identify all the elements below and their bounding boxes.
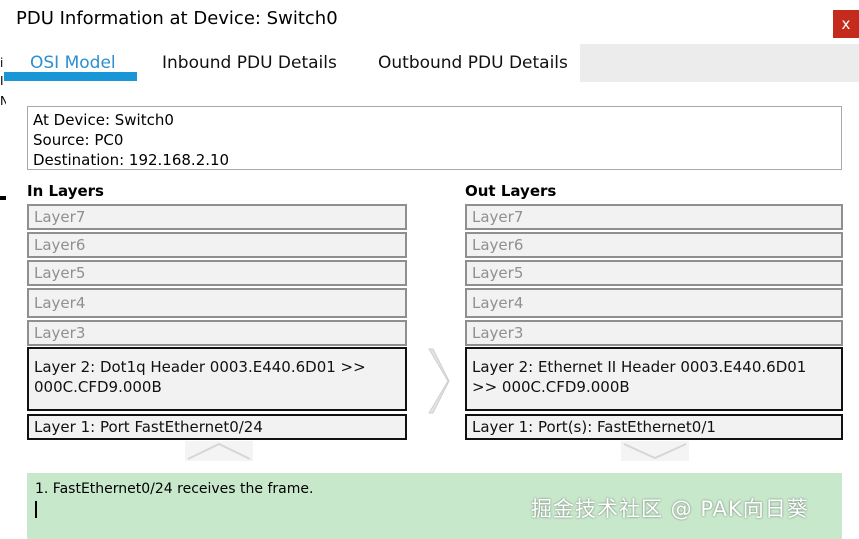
text-cursor [35, 501, 37, 518]
in-layer5[interactable]: Layer5 [27, 260, 407, 286]
left-edge-fragment: N [0, 94, 6, 108]
watermark: 掘金技术社区 @ PAK向日葵 [531, 497, 809, 521]
out-layers-heading: Out Layers [465, 182, 557, 200]
chevron-up-icon [185, 441, 253, 461]
in-layer2[interactable]: Layer 2: Dot1q Header 0003.E440.6D01 >> … [27, 347, 407, 411]
out-layer4[interactable]: Layer4 [465, 288, 843, 318]
tab-strip-background [580, 44, 859, 82]
in-layer7[interactable]: Layer7 [27, 204, 407, 230]
in-layer4[interactable]: Layer4 [27, 288, 407, 318]
in-layer6[interactable]: Layer6 [27, 232, 407, 258]
in-layers-heading: In Layers [27, 182, 104, 200]
close-button[interactable]: x [833, 10, 859, 38]
out-layer2[interactable]: Layer 2: Ethernet II Header 0003.E440.6D… [465, 347, 843, 411]
active-tab-indicator [4, 72, 137, 81]
window-title: PDU Information at Device: Switch0 [16, 8, 338, 29]
left-edge-fragment: i [0, 56, 4, 70]
tab-osi-model[interactable]: OSI Model [30, 53, 116, 73]
out-layer5[interactable]: Layer5 [465, 260, 843, 286]
source-text: Source: PC0 [33, 131, 124, 149]
out-layer1[interactable]: Layer 1: Port(s): FastEthernet0/1 [465, 414, 843, 440]
step-forward-button[interactable] [621, 441, 689, 465]
device-info-box: At Device: Switch0 Source: PC0 Destinati… [27, 106, 842, 170]
in-layer1[interactable]: Layer 1: Port FastEthernet0/24 [27, 414, 407, 440]
chevron-down-icon [621, 441, 689, 461]
chevron-right-icon [428, 348, 450, 418]
edge-marker [0, 196, 6, 200]
tab-outbound-pdu-details[interactable]: Outbound PDU Details [378, 53, 568, 73]
out-layer7[interactable]: Layer7 [465, 204, 843, 230]
out-layer6[interactable]: Layer6 [465, 232, 843, 258]
step-back-button[interactable] [185, 441, 253, 465]
tab-inbound-pdu-details[interactable]: Inbound PDU Details [162, 53, 337, 73]
in-layer3[interactable]: Layer3 [27, 320, 407, 346]
destination-text: Destination: 192.168.2.10 [33, 151, 230, 169]
out-layer3[interactable]: Layer3 [465, 320, 843, 346]
close-icon: x [841, 15, 851, 33]
at-device-text: At Device: Switch0 [33, 111, 174, 129]
